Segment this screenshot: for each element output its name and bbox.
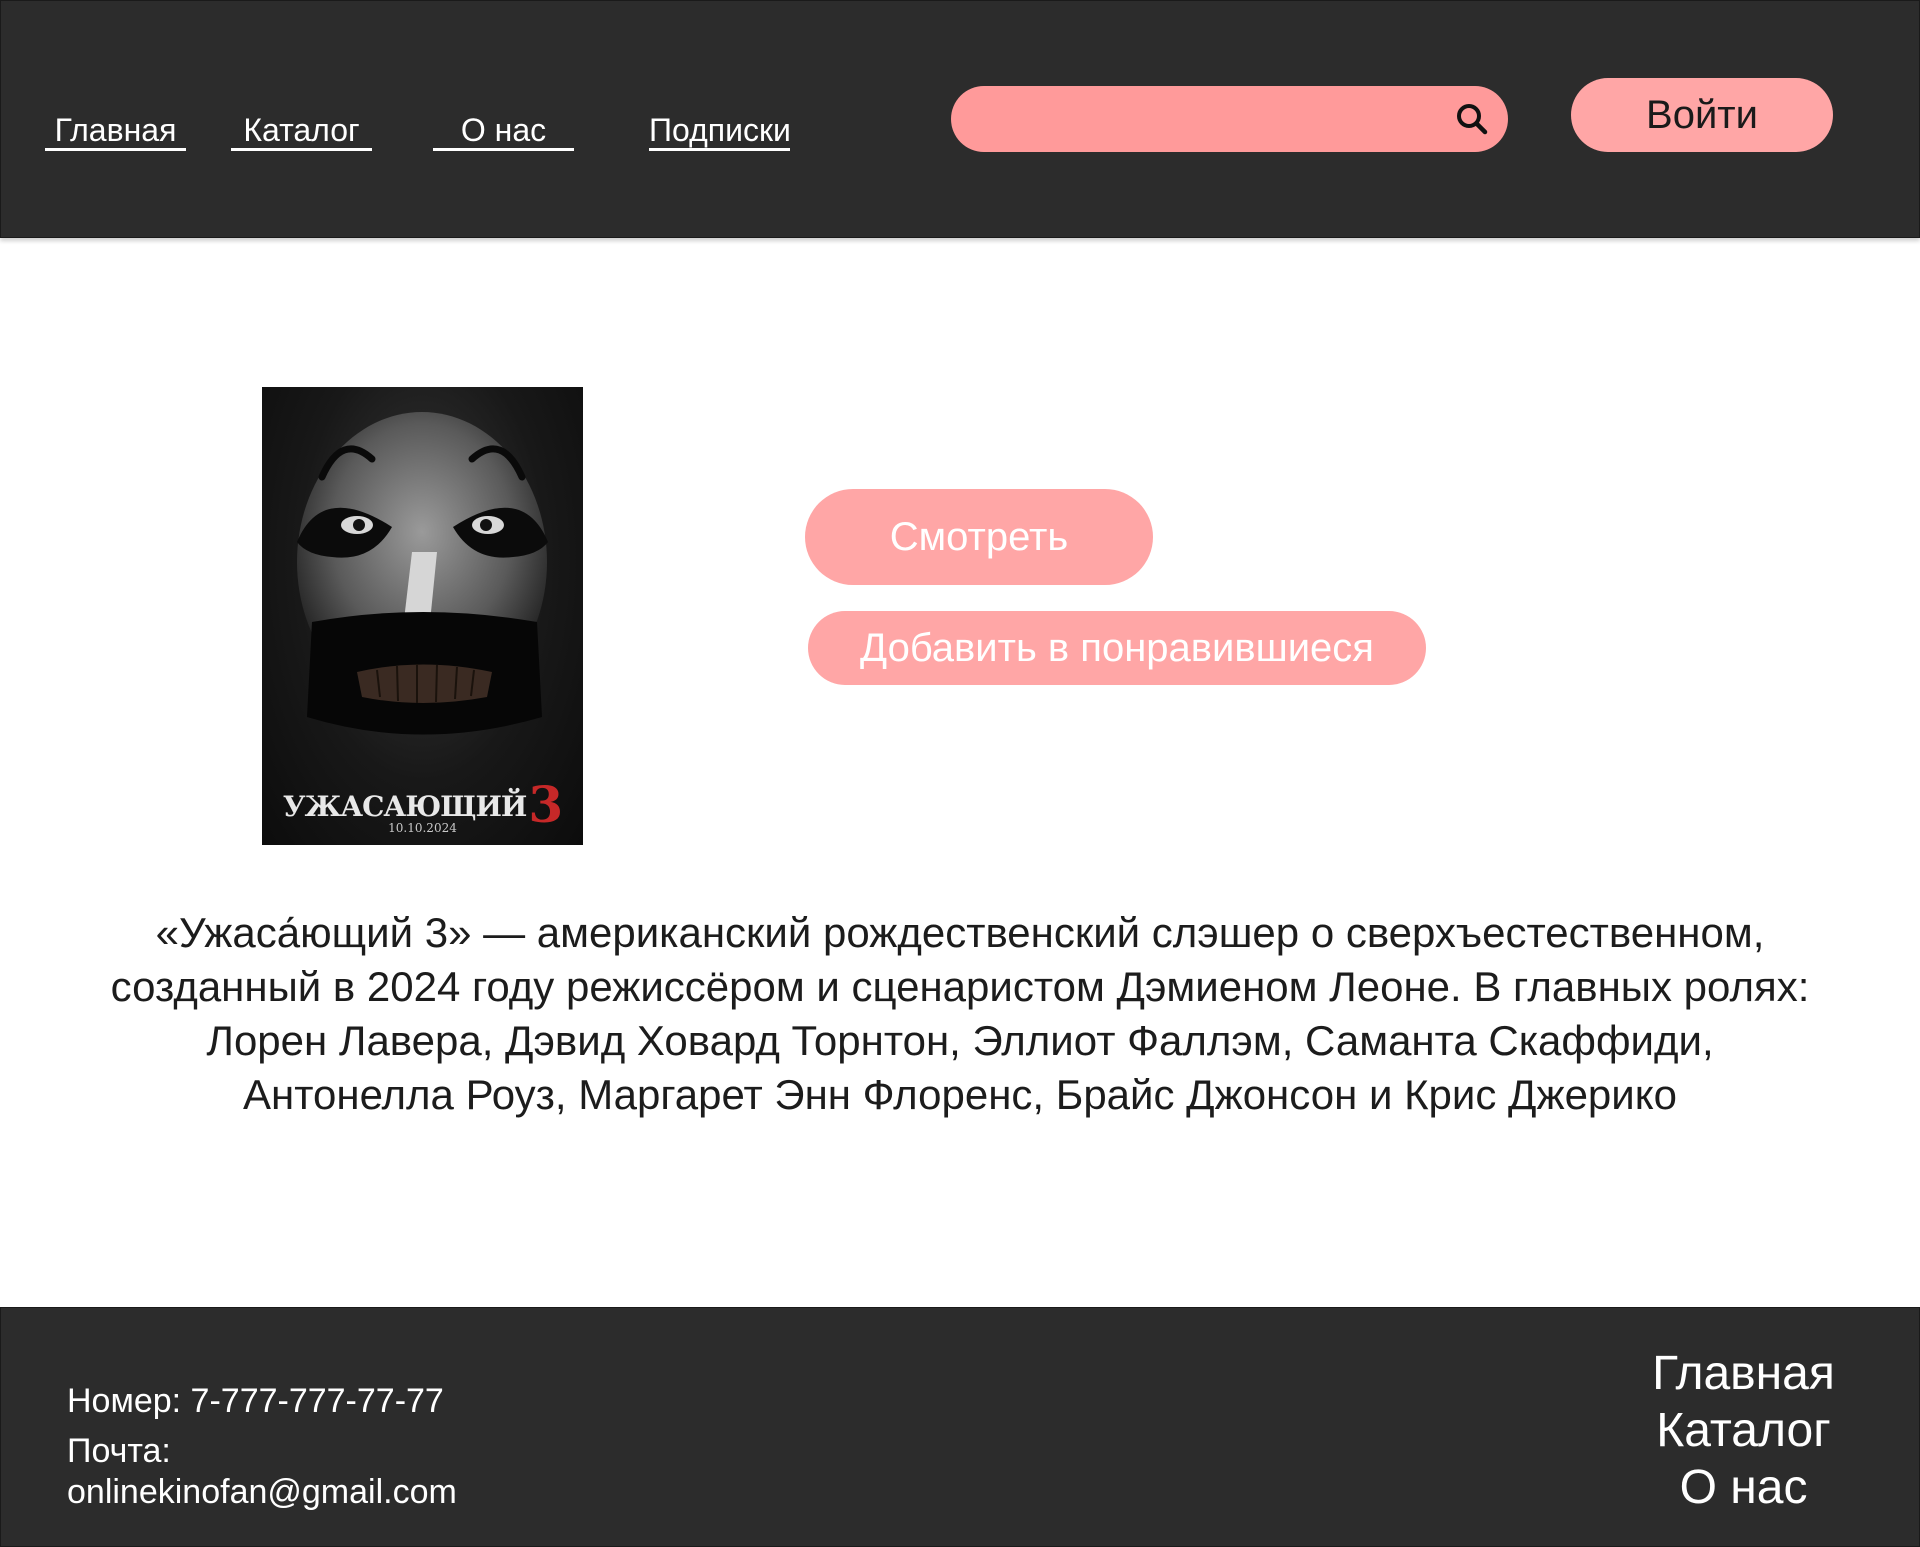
nav-link-subscriptions[interactable]: Подписки (649, 110, 791, 151)
footer-nav: Главная Каталог О нас (1601, 1345, 1886, 1516)
contact-email: onlinekinofan@gmail.com (67, 1473, 457, 1511)
poster-release-date: 10.10.2024 (388, 821, 457, 835)
add-to-favorites-button[interactable]: Добавить в понравившиеся (808, 611, 1426, 685)
footer-link-home[interactable]: Главная (1601, 1345, 1886, 1402)
search-bar (951, 86, 1508, 154)
movie-poster[interactable]: УЖАСАЮЩИЙ3 10.10.2024 (262, 387, 583, 845)
nav-link-home[interactable]: Главная (45, 110, 186, 151)
site-header: Главная Каталог О нас Подписки Войти (0, 0, 1920, 238)
footer-link-catalog[interactable]: Каталог (1601, 1402, 1886, 1459)
site-footer: Номер: 7-777-777-77-77 Почта: onlinekino… (0, 1307, 1920, 1547)
watch-button[interactable]: Смотреть (805, 489, 1153, 585)
contact-mail-label: Почта: (67, 1432, 171, 1470)
search-icon[interactable] (1454, 101, 1490, 137)
movie-description: «Ужаса́ющий 3» — американский рождествен… (110, 909, 1810, 1118)
nav-link-catalog[interactable]: Каталог (231, 110, 372, 151)
login-button[interactable]: Войти (1571, 78, 1833, 152)
contact-phone: Номер: 7-777-777-77-77 (67, 1382, 444, 1420)
search-input[interactable] (981, 86, 1425, 154)
footer-link-about[interactable]: О нас (1601, 1459, 1886, 1516)
nav-link-about[interactable]: О нас (433, 110, 574, 151)
